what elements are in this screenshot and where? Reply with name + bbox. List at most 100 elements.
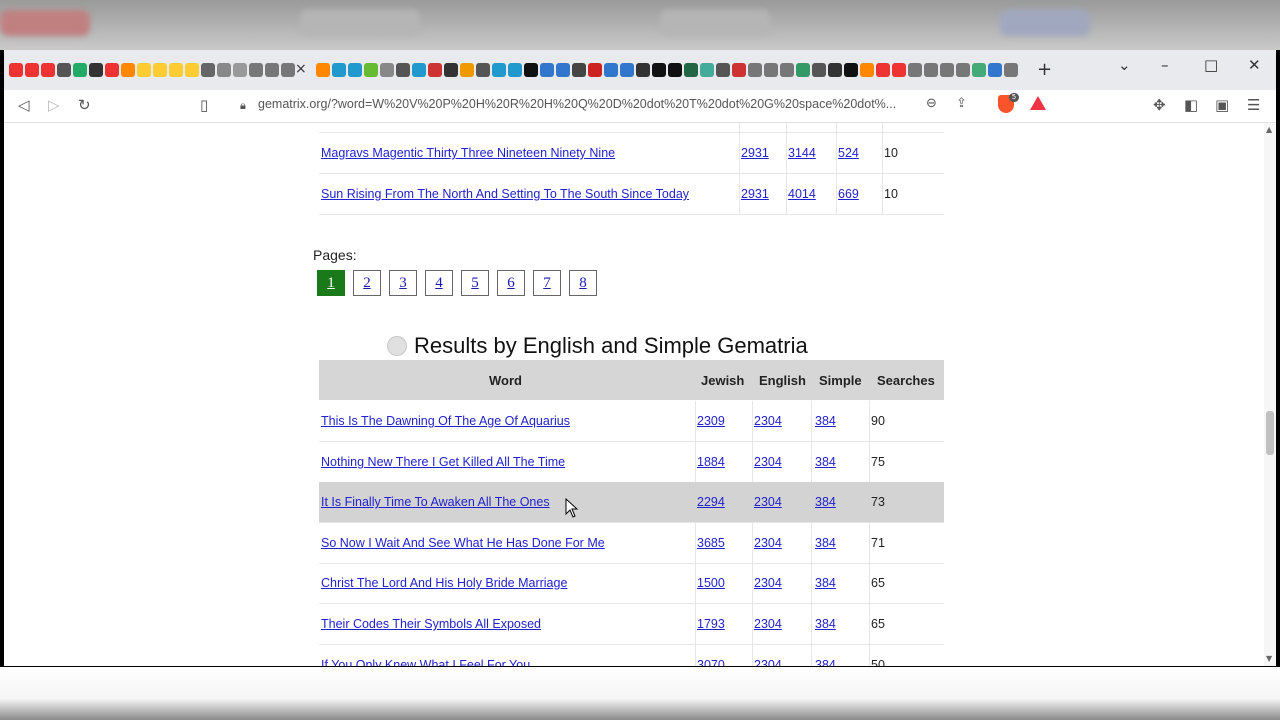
tab-icon[interactable] (249, 63, 263, 77)
tab-icon[interactable] (844, 63, 858, 77)
word-link[interactable]: It Is Finally Time To Awaken All The One… (321, 495, 550, 509)
share-icon[interactable]: ⇪ (956, 96, 967, 111)
tab-icon[interactable] (972, 63, 986, 77)
telegram-icon[interactable] (508, 63, 522, 77)
youtube-icon[interactable] (41, 63, 55, 77)
word-link[interactable]: Nothing New There I Get Killed All The T… (321, 455, 565, 469)
jewish-link[interactable]: 1500 (697, 576, 725, 590)
new-tab-button[interactable]: + (1037, 59, 1052, 80)
tab-favicons-2[interactable] (316, 63, 1018, 79)
tab-icon[interactable] (476, 63, 490, 77)
page-3-button[interactable]: 3 (389, 270, 417, 296)
tab-icon[interactable] (748, 63, 762, 77)
jewish-link[interactable]: 2931 (741, 187, 769, 201)
tab-icon[interactable] (700, 63, 714, 77)
jewish-link[interactable]: 3685 (697, 536, 725, 550)
maximize-button[interactable]: □ (1204, 56, 1218, 74)
blogger-icon[interactable] (121, 63, 135, 77)
word-link[interactable]: This Is The Dawning Of The Age Of Aquari… (321, 414, 570, 428)
tab-icon[interactable] (668, 63, 682, 77)
simple-link[interactable]: 384 (815, 658, 836, 666)
page-link[interactable]: 4 (435, 275, 443, 291)
docs-icon[interactable] (153, 63, 167, 77)
scroll-down-icon[interactable]: ▼ (1266, 654, 1272, 663)
jewish-link[interactable]: 2294 (697, 495, 725, 509)
menu-icon[interactable]: ☰ (1247, 96, 1260, 114)
tab-icon[interactable] (604, 63, 618, 77)
tab-icon[interactable] (201, 63, 215, 77)
english-link[interactable]: 2304 (754, 414, 782, 428)
section-toggle-icon[interactable] (387, 336, 407, 356)
tab-icon[interactable] (716, 63, 730, 77)
page-link[interactable]: 3 (399, 275, 407, 291)
tab-icon[interactable] (732, 63, 746, 77)
simple-link[interactable]: 669 (838, 187, 859, 201)
page-6-button[interactable]: 6 (497, 270, 525, 296)
reload-icon[interactable]: ↻ (78, 96, 91, 114)
tab-icon[interactable] (412, 63, 426, 77)
jewish-link[interactable]: 1884 (697, 455, 725, 469)
telegram-icon[interactable] (348, 63, 362, 77)
bookmark-icon[interactable]: ▯ (200, 96, 208, 114)
tab-icon[interactable] (316, 63, 330, 77)
wikipedia-icon[interactable] (924, 63, 938, 77)
page-link[interactable]: 5 (471, 275, 479, 291)
tab-search-icon[interactable]: ⌄ (1118, 56, 1131, 74)
telegram-icon[interactable] (492, 63, 506, 77)
youtube-icon[interactable] (9, 63, 23, 77)
wikipedia-icon[interactable] (956, 63, 970, 77)
simple-link[interactable]: 384 (815, 536, 836, 550)
english-link[interactable]: 2304 (754, 455, 782, 469)
page-2-button[interactable]: 2 (353, 270, 381, 296)
wikipedia-icon[interactable] (908, 63, 922, 77)
english-link[interactable]: 4014 (788, 187, 816, 201)
page-1-button[interactable]: 1 (317, 270, 345, 296)
simple-link[interactable]: 384 (815, 576, 836, 590)
page-4-button[interactable]: 4 (425, 270, 453, 296)
jewish-link[interactable]: 1793 (697, 617, 725, 631)
tab-icon[interactable] (524, 63, 538, 77)
page-link[interactable]: 8 (579, 275, 587, 291)
page-link[interactable]: 1 (327, 275, 335, 291)
tab-icon[interactable] (217, 63, 231, 77)
word-link[interactable]: If You Only Knew What I Feel For You (321, 658, 530, 666)
zoom-icon[interactable]: ⊖ (926, 96, 937, 111)
english-link[interactable]: 2304 (754, 536, 782, 550)
english-link[interactable]: 2304 (754, 576, 782, 590)
jewish-link[interactable]: 2309 (697, 414, 725, 428)
page-5-button[interactable]: 5 (461, 270, 489, 296)
scrollbar-thumb[interactable] (1266, 411, 1274, 455)
tab-icon[interactable] (89, 63, 103, 77)
simple-link[interactable]: 384 (815, 495, 836, 509)
brave-rewards-icon[interactable] (1030, 96, 1046, 110)
tab-icon[interactable] (572, 63, 586, 77)
jewish-link[interactable]: 2931 (741, 146, 769, 160)
simple-link[interactable]: 384 (815, 455, 836, 469)
tab-icon[interactable] (812, 63, 826, 77)
word-link[interactable]: Christ The Lord And His Holy Bride Marri… (321, 576, 567, 590)
tab-icon[interactable] (233, 63, 247, 77)
jewish-link[interactable]: 3070 (697, 658, 725, 666)
page-link[interactable]: 2 (363, 275, 371, 291)
page-7-button[interactable]: 7 (533, 270, 561, 296)
tab-icon[interactable] (460, 63, 474, 77)
tab-icon[interactable] (828, 63, 842, 77)
youtube-icon[interactable] (105, 63, 119, 77)
back-icon[interactable]: ◁ (18, 96, 30, 114)
english-link[interactable]: 2304 (754, 617, 782, 631)
tab-icon[interactable] (780, 63, 794, 77)
wikipedia-icon[interactable] (940, 63, 954, 77)
simple-link[interactable]: 524 (838, 146, 859, 160)
address-bar[interactable]: gematrix.org/?word=W%20V%20P%20H%20R%20H… (258, 97, 896, 111)
tab-icon[interactable] (444, 63, 458, 77)
tab-icon[interactable] (620, 63, 634, 77)
page-8-button[interactable]: 8 (569, 270, 597, 296)
youtube-icon[interactable] (892, 63, 906, 77)
tab-icon[interactable] (636, 63, 650, 77)
word-link[interactable]: Their Codes Their Symbols All Exposed (321, 617, 541, 631)
tab-icon[interactable] (556, 63, 570, 77)
close-window-button[interactable]: ✕ (1248, 56, 1261, 74)
tab-icon[interactable] (588, 63, 602, 77)
tab-icon[interactable] (652, 63, 666, 77)
youtube-icon[interactable] (25, 63, 39, 77)
